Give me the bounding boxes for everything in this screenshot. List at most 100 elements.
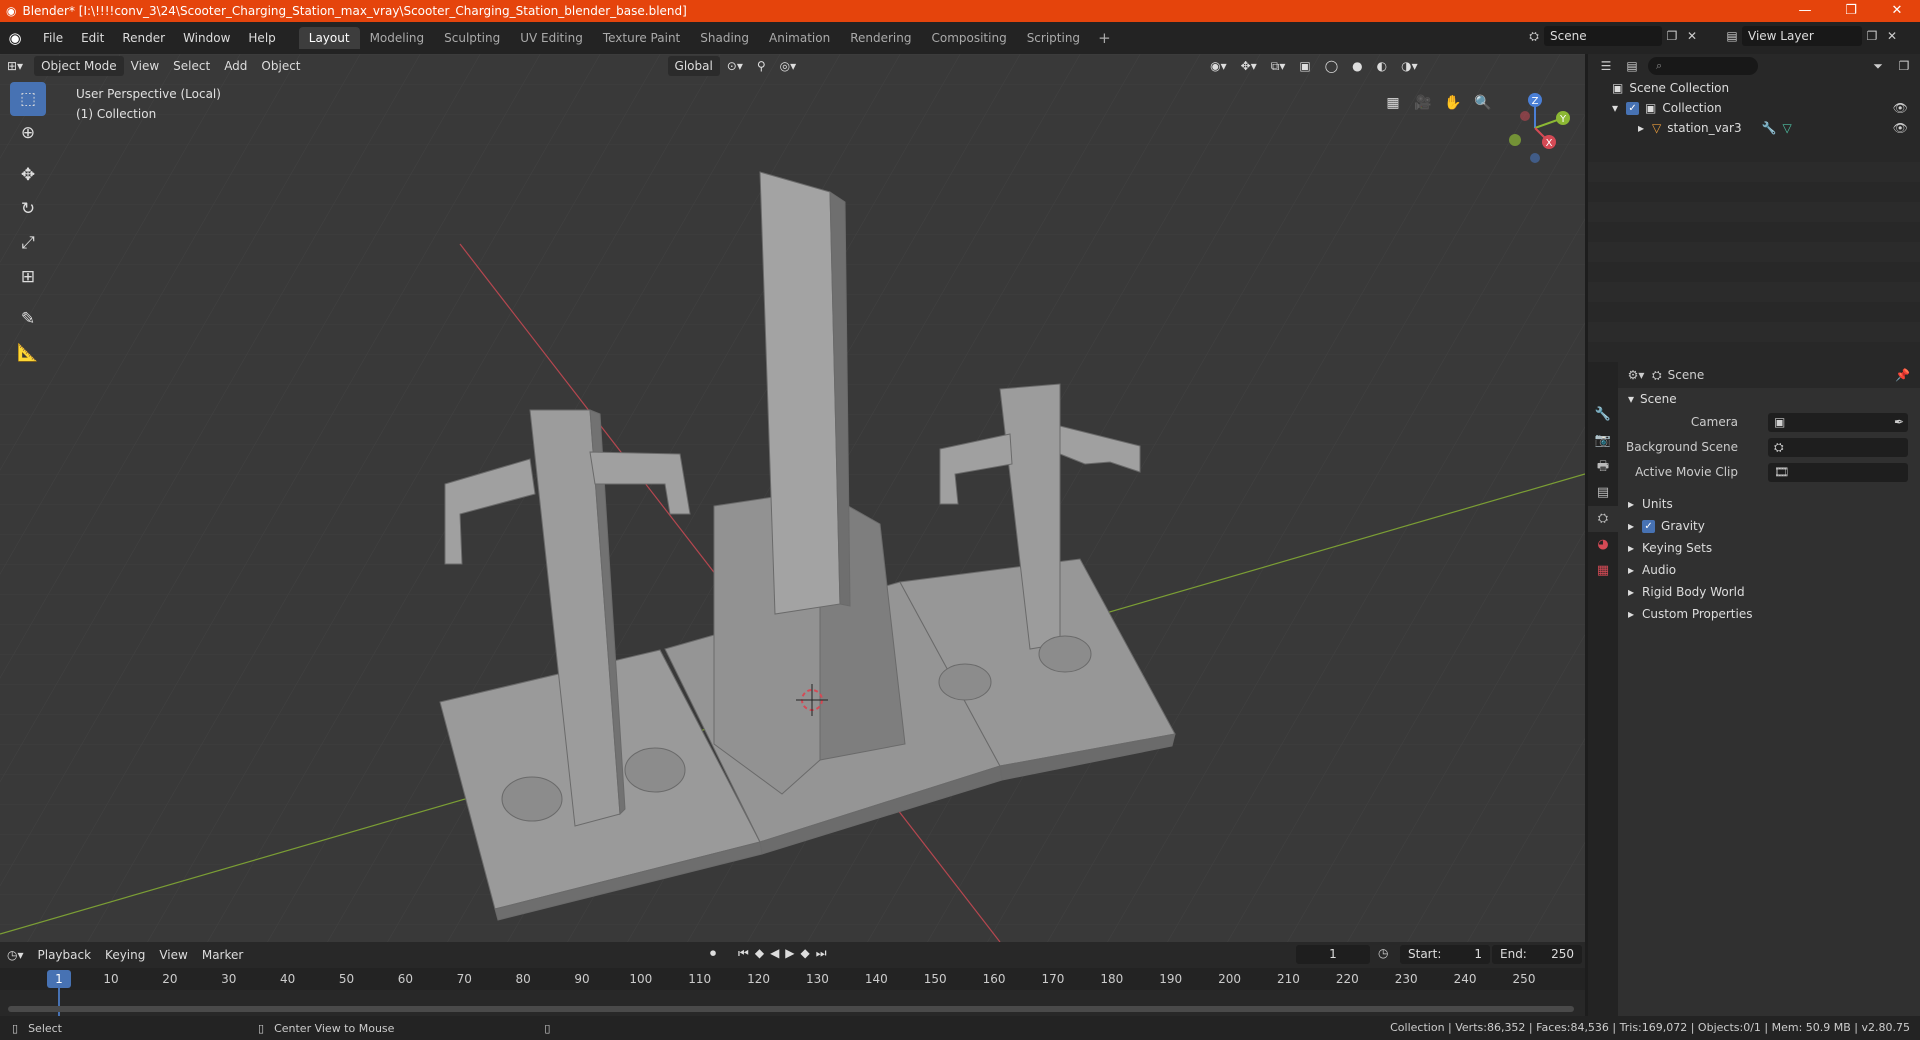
annotate-tool-icon[interactable]: ✎ bbox=[10, 302, 46, 336]
viewport-menu-add[interactable]: Add bbox=[217, 56, 254, 76]
panel-gravity[interactable]: ▸ ✓ Gravity bbox=[1618, 515, 1920, 537]
add-workspace-icon[interactable]: + bbox=[1090, 29, 1119, 47]
delete-scene-icon[interactable]: ✕ bbox=[1682, 26, 1702, 46]
orientation-select[interactable]: Global bbox=[667, 56, 720, 76]
expand-arrow-icon[interactable]: ▾ bbox=[1612, 101, 1618, 115]
mode-select[interactable]: Object Mode bbox=[34, 56, 124, 76]
editor-type-icon[interactable]: ⊞▾ bbox=[0, 56, 30, 76]
prev-keyframe-icon[interactable]: ◆ bbox=[755, 946, 764, 961]
select-box-icon[interactable]: ⬚ bbox=[10, 82, 46, 116]
outliner-object[interactable]: ▸ ▽ station_var3 🔧 ▽ 👁 bbox=[1588, 118, 1920, 138]
panel-custom-properties[interactable]: ▸ Custom Properties bbox=[1618, 603, 1920, 625]
tab-compositing[interactable]: Compositing bbox=[921, 27, 1016, 49]
viewport-menu-select[interactable]: Select bbox=[166, 56, 217, 76]
material-shading-icon[interactable]: ◐ bbox=[1370, 56, 1394, 76]
start-frame-field[interactable]: Start: 1 bbox=[1400, 945, 1490, 964]
timeline-menu-playback[interactable]: Playback bbox=[31, 945, 99, 965]
play-reverse-icon[interactable]: ◀ bbox=[770, 946, 779, 961]
gravity-checkbox[interactable]: ✓ bbox=[1642, 519, 1656, 533]
tab-shading[interactable]: Shading bbox=[690, 27, 759, 49]
visibility-icon[interactable]: ◉▾ bbox=[1203, 56, 1234, 76]
properties-editor-icon[interactable]: ⚙▾ bbox=[1626, 365, 1646, 385]
render-tab-icon[interactable]: 📷 bbox=[1588, 428, 1618, 454]
scene-section[interactable]: ▾ Scene bbox=[1618, 388, 1920, 410]
panel-keying-sets[interactable]: ▸ Keying Sets bbox=[1618, 537, 1920, 559]
viewport-menu-view[interactable]: View bbox=[124, 56, 166, 76]
minimize-button[interactable]: — bbox=[1782, 0, 1828, 22]
collection-checkbox[interactable]: ✓ bbox=[1626, 101, 1640, 115]
cursor-tool-icon[interactable]: ⊕ bbox=[10, 116, 46, 150]
new-scene-icon[interactable]: ❐ bbox=[1662, 26, 1682, 46]
tab-uv-editing[interactable]: UV Editing bbox=[510, 27, 593, 49]
axis-gizmo[interactable]: Z Y X bbox=[1495, 88, 1575, 168]
close-button[interactable]: ✕ bbox=[1874, 0, 1920, 22]
eyedropper-icon[interactable]: ✒ bbox=[1894, 413, 1904, 432]
clock-icon[interactable]: ◷ bbox=[1378, 946, 1388, 960]
solid-shading-icon[interactable]: ● bbox=[1345, 56, 1369, 76]
current-frame-field[interactable]: 1 bbox=[1296, 945, 1370, 964]
grid-view-icon[interactable]: ▦ bbox=[1380, 90, 1406, 116]
view-layer-tab-icon[interactable]: ▤ bbox=[1588, 480, 1618, 506]
view-layer-field[interactable]: View Layer bbox=[1742, 26, 1862, 46]
menu-file[interactable]: File bbox=[34, 31, 72, 45]
current-frame-indicator[interactable]: 1 bbox=[47, 970, 71, 988]
timeline-scrollbar[interactable] bbox=[8, 1006, 1574, 1012]
viewport-menu-object[interactable]: Object bbox=[254, 56, 307, 76]
expand-arrow-icon[interactable]: ▸ bbox=[1638, 121, 1644, 135]
tool-tab-icon[interactable]: 🔧 bbox=[1588, 402, 1618, 428]
timeline-menu-marker[interactable]: Marker bbox=[195, 945, 250, 965]
menu-window[interactable]: Window bbox=[174, 31, 239, 45]
next-keyframe-icon[interactable]: ◆ bbox=[801, 946, 810, 961]
gizmo-toggle-icon[interactable]: ✥▾ bbox=[1234, 56, 1264, 76]
output-tab-icon[interactable]: 🖶 bbox=[1588, 454, 1618, 480]
move-tool-icon[interactable]: ✥ bbox=[10, 158, 46, 192]
end-frame-field[interactable]: End: 250 bbox=[1492, 945, 1582, 964]
outliner-collection[interactable]: ▾ ✓ ▣ Collection 👁 bbox=[1588, 98, 1920, 118]
rendered-shading-icon[interactable]: ◑▾ bbox=[1394, 56, 1425, 76]
outliner-scene-collection[interactable]: ▣ Scene Collection bbox=[1588, 78, 1920, 98]
tab-modeling[interactable]: Modeling bbox=[360, 27, 435, 49]
filter-icon[interactable]: ⏷ bbox=[1868, 56, 1888, 76]
collection-eye-icon[interactable]: 👁 bbox=[1893, 101, 1908, 115]
scene-icon[interactable]: ⛭ bbox=[1524, 26, 1544, 46]
timeline-menu-keying[interactable]: Keying bbox=[98, 945, 152, 965]
3d-viewport[interactable]: ⊞▾ Object Mode View Select Add Object Gl… bbox=[0, 54, 1585, 942]
mesh-data-icon[interactable]: ▽ bbox=[1783, 121, 1792, 135]
jump-end-icon[interactable]: ⏭ bbox=[816, 946, 827, 961]
view-layer-icon[interactable]: ▤ bbox=[1722, 26, 1742, 46]
snap-icon[interactable]: ⚲ bbox=[750, 56, 773, 76]
camera-field[interactable]: ▣ ✒ bbox=[1768, 413, 1908, 432]
tab-layout[interactable]: Layout bbox=[298, 27, 360, 49]
blender-menu-icon[interactable]: ◉ bbox=[6, 29, 24, 47]
outliner-search-input[interactable]: ⌕ bbox=[1648, 57, 1758, 75]
xray-icon[interactable]: ▣ bbox=[1292, 56, 1317, 76]
play-icon[interactable]: ▶ bbox=[785, 946, 794, 961]
menu-help[interactable]: Help bbox=[239, 31, 284, 45]
maximize-button[interactable]: ❐ bbox=[1828, 0, 1874, 22]
tab-animation[interactable]: Animation bbox=[759, 27, 840, 49]
new-collection-icon[interactable]: ❐ bbox=[1894, 56, 1914, 76]
rotate-tool-icon[interactable]: ↻ bbox=[10, 192, 46, 226]
scene-tab-icon[interactable]: ⛭ bbox=[1588, 506, 1618, 532]
pin-icon[interactable]: 📌 bbox=[1895, 368, 1910, 382]
tab-texture-paint[interactable]: Texture Paint bbox=[593, 27, 690, 49]
transform-tool-icon[interactable]: ⊞ bbox=[10, 260, 46, 294]
panel-audio[interactable]: ▸ Audio bbox=[1618, 559, 1920, 581]
frame-ruler[interactable]: 1 10 20 30 40 50 60 70 80 90 100 110 120 130 140 150 16… bbox=[0, 968, 1585, 990]
wireframe-shading-icon[interactable]: ◯ bbox=[1318, 56, 1345, 76]
menu-edit[interactable]: Edit bbox=[72, 31, 113, 45]
record-icon[interactable]: ⏺ bbox=[710, 946, 716, 961]
pivot-icon[interactable]: ⊙▾ bbox=[720, 56, 750, 76]
display-mode-icon[interactable]: ▤ bbox=[1622, 56, 1642, 76]
tab-sculpting[interactable]: Sculpting bbox=[434, 27, 510, 49]
panel-units[interactable]: ▸ Units bbox=[1618, 493, 1920, 515]
outliner-editor-icon[interactable]: ☰ bbox=[1596, 56, 1616, 76]
world-tab-icon[interactable]: ◕ bbox=[1588, 532, 1618, 558]
panel-rigid-body-world[interactable]: ▸ Rigid Body World bbox=[1618, 581, 1920, 603]
scene-name-field[interactable]: Scene bbox=[1544, 26, 1662, 46]
proportional-edit-icon[interactable]: ◎▾ bbox=[773, 56, 804, 76]
texture-tab-icon[interactable]: ▦ bbox=[1588, 558, 1618, 584]
overlay-icon[interactable]: ⧉▾ bbox=[1264, 56, 1293, 76]
pan-hand-icon[interactable]: ✋ bbox=[1440, 90, 1466, 116]
background-scene-field[interactable]: ⛭ bbox=[1768, 438, 1908, 457]
